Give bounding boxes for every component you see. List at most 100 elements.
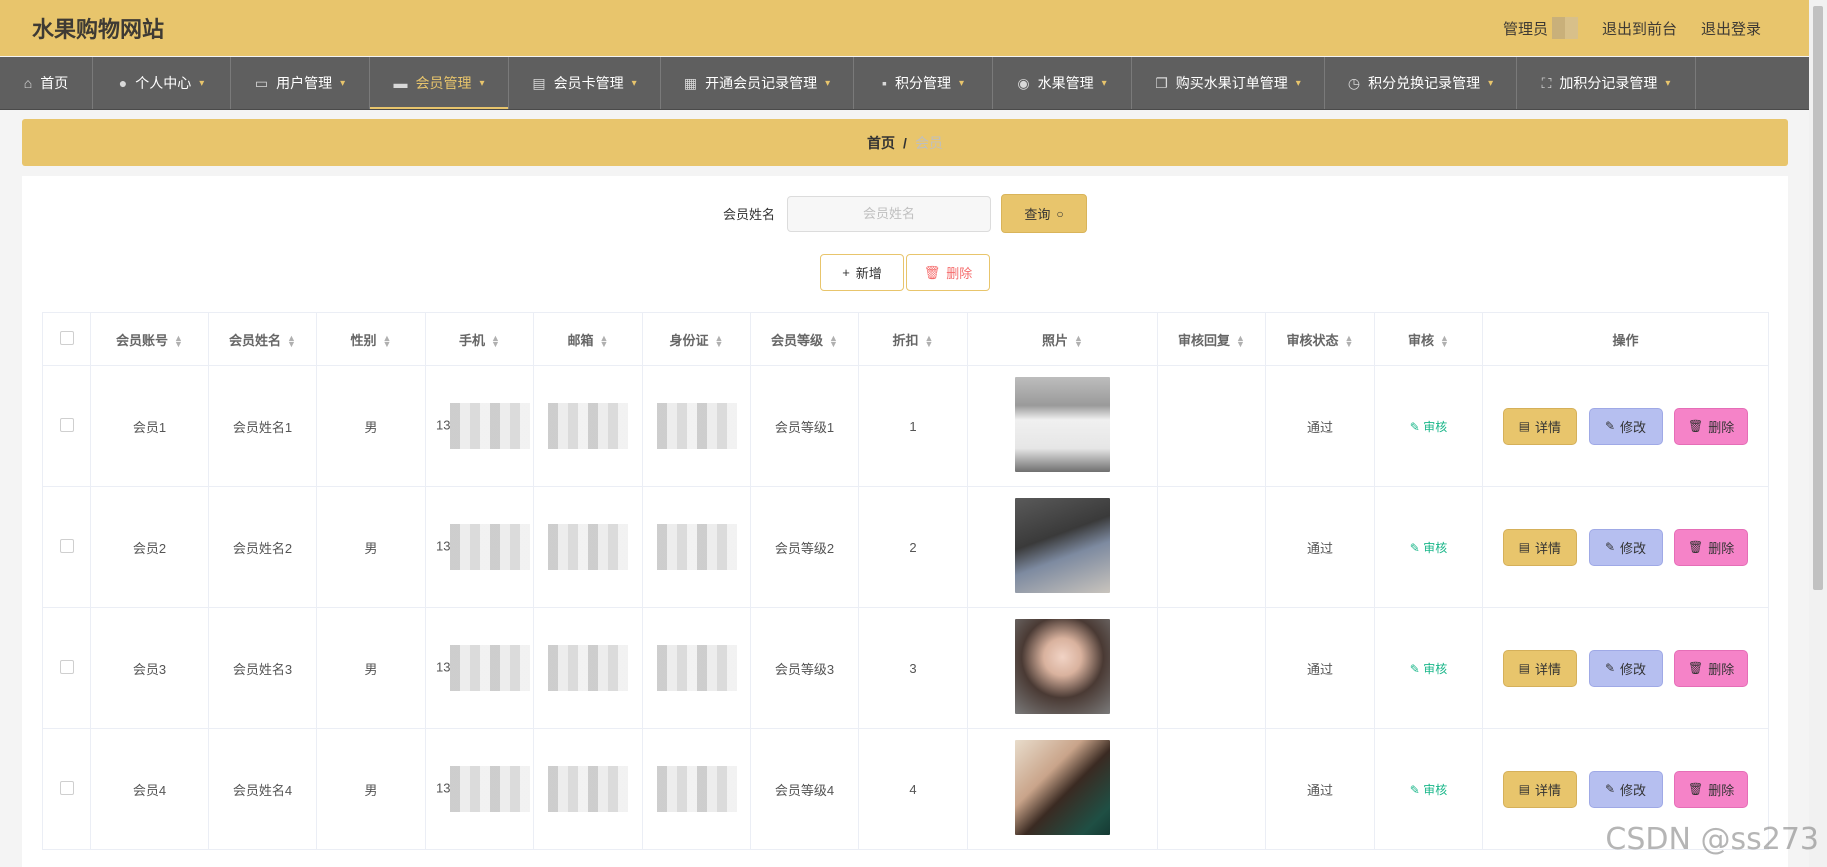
breadcrumb-home[interactable]: 首页: [867, 133, 895, 153]
redacted-email: [548, 524, 628, 570]
audit-link[interactable]: ✎ 审核: [1410, 662, 1447, 676]
th-level[interactable]: 会员等级 ▲ ▼: [750, 312, 859, 366]
nav-item-membership-records[interactable]: ▦ 开通会员记录管理 ▾: [661, 57, 854, 109]
table-row[interactable]: 会员2 会员姓名2 男 13 会员等级2 2 通过 ✎ 审核 ▤ 详情 ✎ 修改 🗑…: [42, 486, 1769, 608]
edit-button[interactable]: ✎ 修改: [1588, 528, 1663, 566]
document-icon: ▤: [1518, 782, 1531, 796]
audit-link[interactable]: ✎ 审核: [1410, 420, 1447, 434]
th-discount[interactable]: 折扣 ▲ ▼: [858, 312, 968, 366]
row-select-cell[interactable]: [42, 365, 91, 487]
delete-button[interactable]: 🗑 删除: [1674, 528, 1749, 566]
nav-item-members[interactable]: ▬ 会员管理 ▾: [370, 57, 509, 109]
row-checkbox[interactable]: [59, 780, 74, 795]
row-select-cell[interactable]: [42, 607, 91, 729]
nav-item-fruit-orders[interactable]: ❐ 购买水果订单管理 ▾: [1132, 57, 1325, 109]
cell-audit: ✎ 审核: [1374, 728, 1483, 850]
member-photo[interactable]: [1015, 377, 1110, 472]
table-row[interactable]: 会员3 会员姓名3 男 13 会员等级3 3 通过 ✎ 审核 ▤ 详情 ✎ 修改 🗑…: [42, 607, 1769, 729]
delete-label: 删除: [1708, 419, 1735, 435]
detail-button[interactable]: ▤ 详情: [1502, 528, 1577, 566]
th-name[interactable]: 会员姓名 ▲ ▼: [208, 312, 317, 366]
cell-status: 通过: [1265, 728, 1375, 850]
delete-button[interactable]: 🗑 删除: [1674, 770, 1749, 808]
sort-icon[interactable]: ▲ ▼: [1440, 334, 1449, 349]
th-gender[interactable]: 性别 ▲ ▼: [316, 312, 426, 366]
th-reply[interactable]: 审核回复 ▲ ▼: [1157, 312, 1266, 366]
sort-icon[interactable]: ▲ ▼: [829, 334, 838, 349]
search-label: 会员姓名: [722, 207, 775, 222]
sort-icon[interactable]: ▲ ▼: [174, 334, 183, 349]
sort-icon[interactable]: ▲ ▼: [715, 334, 724, 349]
sort-icon[interactable]: ▲ ▼: [1345, 334, 1354, 349]
audit-link[interactable]: ✎ 审核: [1410, 541, 1447, 555]
member-name-search-input[interactable]: [787, 195, 991, 232]
th-status[interactable]: 审核状态 ▲ ▼: [1265, 312, 1375, 366]
page-scrollbar[interactable]: [1809, 0, 1827, 867]
detail-button[interactable]: ▤ 详情: [1502, 770, 1577, 808]
sort-icon[interactable]: ▲ ▼: [600, 334, 609, 349]
pen-icon: ✎: [1409, 540, 1424, 555]
sort-icon[interactable]: ▲ ▼: [287, 334, 296, 349]
chevron-down-icon: ▾: [1665, 77, 1671, 89]
row-checkbox[interactable]: [59, 538, 74, 553]
row-select-cell[interactable]: [42, 486, 91, 608]
th-phone[interactable]: 手机 ▲ ▼: [425, 312, 534, 366]
sort-icon[interactable]: ▲ ▼: [1236, 334, 1245, 349]
redacted-email: [548, 766, 628, 812]
th-photo[interactable]: 照片 ▲ ▼: [967, 312, 1158, 366]
row-select-cell[interactable]: [42, 728, 91, 850]
cell-phone: 13: [425, 728, 534, 850]
th-idcard[interactable]: 身份证 ▲ ▼: [642, 312, 751, 366]
th-account[interactable]: 会员账号 ▲ ▼: [90, 312, 209, 366]
logout-link[interactable]: 退出登录: [1701, 18, 1761, 39]
search-icon: ○: [1056, 206, 1064, 221]
batch-delete-button[interactable]: 🗑 删除: [906, 254, 990, 291]
nav-item-points-exchange[interactable]: ◷ 积分兑换记录管理 ▾: [1325, 57, 1517, 109]
row-checkbox[interactable]: [59, 659, 74, 674]
cell-email: [533, 607, 643, 729]
detail-button[interactable]: ▤ 详情: [1502, 649, 1577, 687]
table-row[interactable]: 会员4 会员姓名4 男 13 会员等级4 4 通过 ✎ 审核 ▤ 详情 ✎ 修改 🗑…: [42, 728, 1769, 850]
audit-link[interactable]: ✎ 审核: [1410, 783, 1447, 797]
cell-discount: 4: [858, 728, 968, 850]
member-photo[interactable]: [1015, 619, 1110, 714]
sort-icon[interactable]: ▲ ▼: [925, 334, 934, 349]
edit-button[interactable]: ✎ 修改: [1588, 407, 1663, 445]
edit-label: 修改: [1620, 661, 1647, 677]
back-to-front-link[interactable]: 退出到前台: [1602, 18, 1677, 39]
pen-icon: ✎: [1409, 419, 1424, 434]
nav-item-member-cards[interactable]: ▤ 会员卡管理 ▾: [509, 57, 661, 109]
nav-item-fruits[interactable]: ◉ 水果管理 ▾: [993, 57, 1132, 109]
nav-item-add-points[interactable]: ⛶ 加积分记录管理 ▾: [1517, 57, 1696, 109]
nav-item-users[interactable]: ▭ 用户管理 ▾: [231, 57, 370, 109]
select-all-cell[interactable]: [42, 312, 91, 366]
th-label: 审核回复: [1178, 332, 1231, 348]
row-checkbox[interactable]: [59, 417, 74, 432]
nav-item-home[interactable]: ⌂ 首页: [0, 57, 93, 109]
edit-button[interactable]: ✎ 修改: [1588, 770, 1663, 808]
th-label: 折扣: [892, 332, 919, 348]
sort-icon[interactable]: ▲ ▼: [1074, 334, 1083, 349]
member-photo[interactable]: [1015, 740, 1110, 835]
redacted-email: [548, 403, 628, 449]
delete-button[interactable]: 🗑 删除: [1674, 407, 1749, 445]
nav-item-profile[interactable]: ● 个人中心 ▾: [93, 57, 231, 109]
sort-icon[interactable]: ▲ ▼: [383, 334, 392, 349]
select-all-checkbox[interactable]: [59, 330, 74, 345]
query-button[interactable]: 查询 ○: [1001, 194, 1087, 233]
th-audit[interactable]: 审核 ▲ ▼: [1374, 312, 1483, 366]
member-photo[interactable]: [1015, 498, 1110, 593]
cell-idcard: [642, 607, 751, 729]
scroll-thumb[interactable]: [1813, 6, 1823, 590]
delete-button[interactable]: 🗑 删除: [1674, 649, 1749, 687]
detail-button[interactable]: ▤ 详情: [1502, 407, 1577, 445]
th-email[interactable]: 邮箱 ▲ ▼: [533, 312, 643, 366]
table-row[interactable]: 会员1 会员姓名1 男 13 会员等级1 1 通过 ✎ 审核 ▤ 详情 ✎ 修改 🗑…: [42, 365, 1769, 487]
edit-button[interactable]: ✎ 修改: [1588, 649, 1663, 687]
cell-photo: [967, 365, 1158, 487]
edit-label: 修改: [1620, 419, 1647, 435]
sort-icon[interactable]: ▲ ▼: [491, 334, 500, 349]
trash-icon: 🗑: [1688, 419, 1704, 433]
nav-item-points[interactable]: ▪ 积分管理 ▾: [854, 57, 993, 109]
add-button[interactable]: + 新增: [820, 254, 904, 291]
